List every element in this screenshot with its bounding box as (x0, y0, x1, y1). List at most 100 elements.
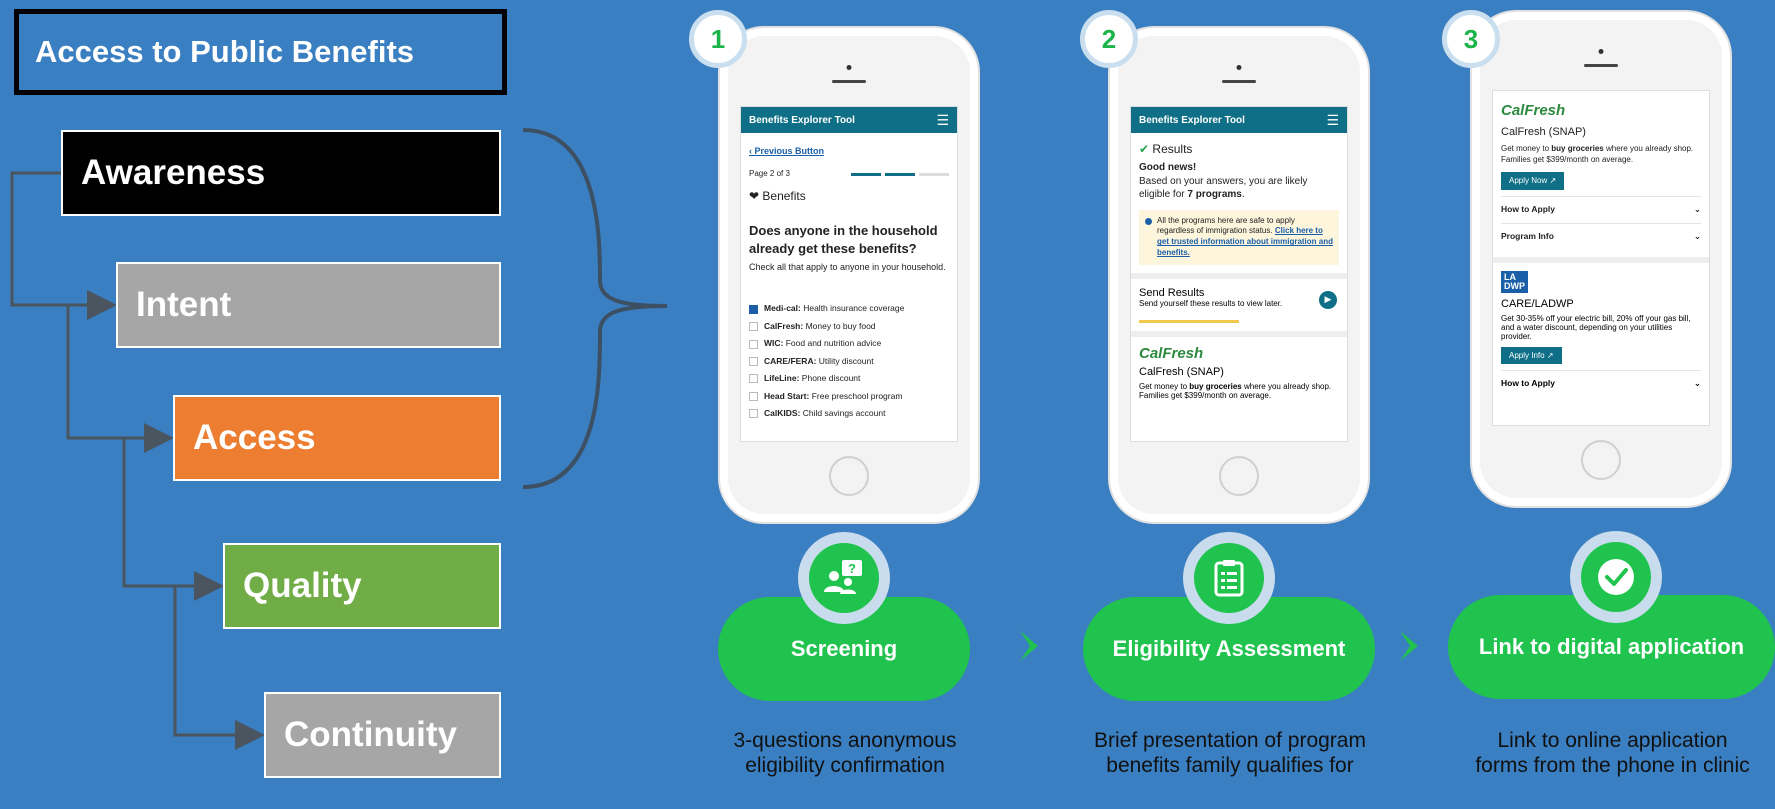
hamburger-icon[interactable]: ☰ (1326, 112, 1339, 129)
progress-bar (851, 173, 949, 177)
screening-card: ‹ Previous Button Page 2 of 3 ❤ Benefits… (749, 145, 949, 420)
program-desc: Get money to buy groceries where you alr… (1501, 144, 1694, 164)
program-card-calfresh: CalFresh CalFresh (SNAP) Get money to bu… (1501, 101, 1701, 249)
app-header: Benefits Explorer Tool ☰ (1131, 107, 1347, 133)
phone-speaker (1222, 80, 1256, 83)
link-icon-wrap (1570, 531, 1662, 623)
people-question-icon: ? (824, 560, 862, 594)
app-header: Benefits Explorer Tool ☰ (741, 107, 957, 133)
calfresh-logo: CalFresh (1501, 102, 1566, 119)
step-desc-link: Link to online application forms from th… (1475, 729, 1750, 778)
chevron-down-icon: ⌄ (1693, 378, 1701, 389)
stage-label: Intent (136, 285, 232, 324)
chevron-down-icon: ⌄ (1693, 230, 1701, 241)
phone-speaker (1584, 64, 1618, 67)
checkbox[interactable] (749, 357, 758, 366)
app-title: Benefits Explorer Tool (1139, 114, 1245, 126)
option-row[interactable]: CARE/FERA: Utility discount (749, 356, 949, 367)
program-name: CARE/LADWP (1501, 298, 1574, 311)
phone-eligibility: Benefits Explorer Tool ☰ ✔ Results Good … (1108, 26, 1370, 524)
phone-screening: Benefits Explorer Tool ☰ ‹ Previous Butt… (718, 26, 980, 524)
checkbox-checked[interactable] (749, 304, 758, 314)
stage-label: Continuity (284, 715, 458, 754)
clipboard-icon (1214, 560, 1244, 597)
immigration-note: All the programs here are safe to apply … (1139, 209, 1339, 265)
phone-screen: Benefits Explorer Tool ☰ ‹ Previous Butt… (740, 106, 958, 442)
apply-now-button[interactable]: Apply Now ↗ (1501, 171, 1565, 191)
checkbox[interactable] (749, 391, 758, 401)
send-results[interactable]: Send Results Send yourself these results… (1131, 272, 1347, 331)
checkbox[interactable] (749, 374, 758, 384)
screening-icon-wrap: ? (798, 532, 890, 624)
phone-application: CalFresh CalFresh (SNAP) Get money to bu… (1470, 10, 1732, 508)
results-summary: Based on your answers, you are likely el… (1139, 175, 1308, 201)
phone-camera (1236, 65, 1242, 70)
option-row[interactable]: CalKIDS: Child savings account (749, 408, 949, 419)
stage-label: Access (193, 418, 316, 457)
phone-speaker (832, 80, 866, 83)
phone-screen: Benefits Explorer Tool ☰ ✔ Results Good … (1130, 106, 1348, 442)
checkbox[interactable] (749, 339, 758, 349)
checkbox[interactable] (749, 409, 758, 419)
check-circle-icon: ✔ (1139, 142, 1150, 156)
step-number-1: 1 (689, 10, 747, 68)
svg-text:?: ? (848, 561, 856, 576)
stage-intent: Intent (116, 262, 501, 348)
check-circle-icon (1598, 559, 1634, 595)
option-row[interactable]: WIC: Food and nutrition advice (749, 338, 949, 349)
how-to-apply-accordion[interactable]: How to Apply ⌄ (1501, 196, 1701, 222)
step-number-3: 3 (1442, 10, 1500, 68)
stage-label: Awareness (81, 153, 266, 192)
option-row[interactable]: Head Start: Free preschool program (749, 391, 949, 402)
external-link-icon: ↗ (1549, 175, 1557, 185)
how-to-apply-accordion[interactable]: How to Apply ⌄ (1501, 370, 1701, 396)
send-results-desc: Send yourself these results to view late… (1139, 298, 1283, 308)
phone-home-button (829, 456, 869, 496)
hamburger-icon[interactable]: ☰ (936, 112, 949, 129)
program-card-ladwp: LA DWP CARE/LADWP Get 30-35% off your ele… (1493, 257, 1709, 404)
external-link-icon: ↗ (1546, 351, 1554, 361)
stage-continuity: Continuity (264, 692, 501, 778)
stage-quality: Quality (223, 543, 501, 629)
step-desc-screening: 3-questions anonymous eligibility confir… (733, 729, 957, 778)
ladwp-logo: LA DWP (1501, 271, 1528, 294)
question-hint: Check all that apply to anyone in your h… (749, 262, 946, 273)
step-arrow-1 (1020, 631, 1038, 661)
option-row[interactable]: CalFresh: Money to buy food (749, 321, 949, 332)
program-desc: Get money to buy groceries where you alr… (1139, 381, 1332, 400)
program-name: CalFresh (SNAP) (1139, 365, 1224, 378)
calfresh-logo: CalFresh (1139, 344, 1204, 362)
option-row[interactable]: LifeLine: Phone discount (749, 373, 949, 384)
program-name: CalFresh (SNAP) (1501, 126, 1586, 139)
phone-screen: CalFresh CalFresh (SNAP) Get money to bu… (1492, 90, 1710, 426)
section-heading: ❤ Benefits (749, 188, 806, 203)
results-heading: ✔ Results (1139, 142, 1193, 156)
phone-home-button (1219, 456, 1259, 496)
question-text: Does anyone in the household already get… (749, 223, 938, 256)
grouping-brace (522, 128, 668, 489)
app-title: Benefits Explorer Tool (749, 114, 855, 126)
apply-info-button[interactable]: Apply Info ↗ (1501, 347, 1562, 365)
send-results-title: Send Results (1139, 286, 1205, 299)
phone-camera (846, 65, 852, 70)
program-info-accordion[interactable]: Program Info ⌄ (1501, 222, 1701, 249)
program-card: CalFresh CalFresh (SNAP) Get money to bu… (1131, 330, 1347, 408)
option-row[interactable]: Medi-cal: Health insurance coverage (749, 303, 949, 314)
step-number-2: 2 (1080, 10, 1138, 68)
stage-awareness: Awareness (61, 130, 501, 216)
previous-link[interactable]: ‹ Previous Button (749, 146, 824, 156)
benefit-options: Medi-cal: Health insurance coverage CalF… (749, 303, 949, 419)
hand-heart-icon: ❤ (749, 188, 760, 203)
chevron-down-icon: ⌄ (1693, 204, 1701, 215)
checkbox[interactable] (749, 322, 758, 332)
play-arrow-icon[interactable]: ▶ (1319, 290, 1337, 309)
stage-label: Quality (243, 566, 362, 605)
divider (1139, 319, 1239, 323)
page-indicator: Page 2 of 3 (749, 169, 790, 179)
good-news-text: Good news! (1139, 162, 1197, 174)
phone-home-button (1581, 440, 1621, 480)
step-arrow-2 (1400, 631, 1418, 661)
assessment-icon-wrap (1183, 532, 1275, 624)
step-desc-eligibility: Brief presentation of program benefits f… (1094, 729, 1366, 778)
results-card: ✔ Results Good news! Based on your answe… (1139, 141, 1339, 265)
